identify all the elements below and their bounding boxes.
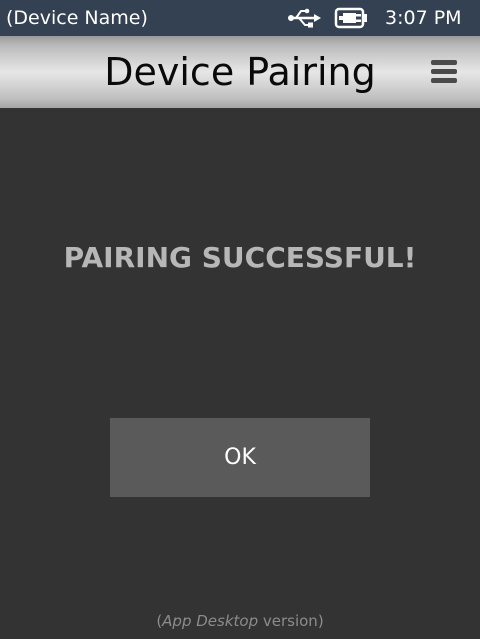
footer-suffix: version)	[258, 612, 324, 630]
footer-app-name: App Desktop	[162, 612, 259, 630]
device-name: (Device Name)	[6, 7, 148, 29]
pairing-result-message: PAIRING SUCCESSFUL!	[63, 241, 417, 274]
usb-icon	[288, 8, 321, 28]
status-bar: (Device Name) 3:07 PM	[0, 0, 480, 36]
battery-charging-icon	[334, 7, 367, 29]
footer-version: (App Desktop version)	[0, 610, 480, 632]
status-clock: 3:07 PM	[385, 7, 462, 29]
hamburger-menu-icon	[431, 60, 457, 84]
ok-button[interactable]: OK	[110, 418, 370, 497]
title-bar: Device Pairing	[0, 36, 480, 108]
menu-button[interactable]	[426, 56, 462, 88]
page-title: Device Pairing	[104, 50, 376, 94]
